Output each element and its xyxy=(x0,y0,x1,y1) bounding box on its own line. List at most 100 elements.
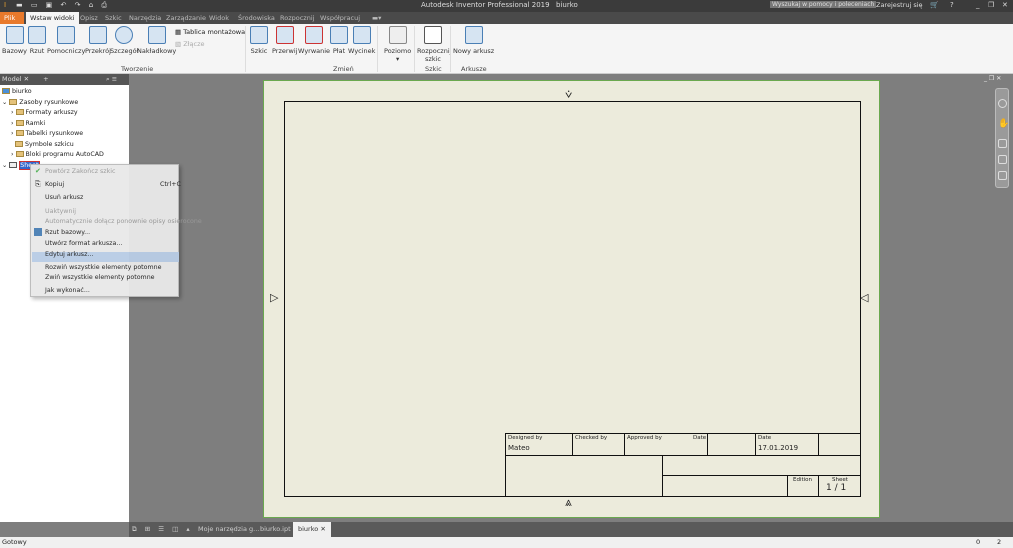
section-view-icon xyxy=(88,26,107,44)
group-arkusze: Arkusze xyxy=(461,65,487,73)
pomocniczy-button[interactable]: Pomocniczy xyxy=(47,26,85,55)
status-count-2: 2 xyxy=(997,538,1002,546)
tree-root[interactable]: biurko xyxy=(2,88,32,95)
tree-item[interactable]: › Bloki programu AutoCAD xyxy=(11,151,104,158)
close-tab-icon[interactable]: ✕ xyxy=(320,525,325,533)
date-label: Date xyxy=(758,435,772,441)
zoom-window-icon[interactable] xyxy=(998,171,1007,180)
help-search-input[interactable]: Wyszukaj w pomocy i poleceniach xyxy=(770,1,877,8)
tab-wspolpracuj[interactable]: Współpracuj xyxy=(316,12,364,24)
model-browser: Model ✕ + ⌕ ≡ biurko ⌄ Zasoby rysunkowe ›… xyxy=(0,74,129,522)
tab-widok[interactable]: Widok xyxy=(205,12,233,24)
slice-icon xyxy=(330,26,348,44)
label: Formaty arkuszy xyxy=(25,109,78,116)
nakladkowy-button[interactable]: Nakładkowy xyxy=(137,26,176,55)
doc-tab-my-tools[interactable]: Moje narzędzia g... xyxy=(198,525,259,533)
checked-by-label: Checked by xyxy=(575,435,608,441)
label: Wyrwanie xyxy=(298,47,331,55)
close-icon[interactable]: ✕ xyxy=(1002,1,1008,9)
tree-item[interactable]: ⌄ Zasoby rysunkowe xyxy=(2,99,78,106)
zlacze-button[interactable]: ▧ Złącze xyxy=(175,40,205,48)
ribbon-tabs: Plik Wstaw widoki Opisz Szkic Narzędzia … xyxy=(0,12,1013,24)
tree-item[interactable]: › Ramki xyxy=(11,120,45,127)
szczegol-button[interactable]: Szczegół xyxy=(110,26,138,55)
breakout-icon xyxy=(305,26,324,44)
search-icon[interactable]: ⌕ ≡ xyxy=(106,74,117,85)
label: Szczegół xyxy=(110,47,139,55)
quick-access-toolbar[interactable]: ▬ ▭ ▣ ↶ ↷ ⌂ ⎙ xyxy=(16,1,110,10)
tab-plik[interactable]: Plik xyxy=(0,12,24,24)
doc-tab-biurko[interactable]: biurko ✕ xyxy=(293,522,331,537)
tab-szkic[interactable]: Szkic xyxy=(101,12,126,24)
przerwij-button[interactable]: Przerwij xyxy=(272,26,298,55)
menu-item-base-view[interactable]: Rzut bazowy... xyxy=(45,229,90,236)
menu-item-reattach: Automatycznie dołącz ponownie opisy osie… xyxy=(45,218,202,225)
steering-wheel-icon[interactable] xyxy=(998,99,1007,108)
group-szkic: Szkic xyxy=(425,65,442,73)
menu-item-activate: Uaktywnij xyxy=(45,208,76,215)
tree-item[interactable]: Symbole szkicu xyxy=(15,141,74,148)
przekroj-button[interactable]: Przekrój xyxy=(85,26,111,55)
doc-tab-biurko-ipt[interactable]: biurko.ipt xyxy=(260,525,291,533)
add-tab-icon[interactable]: + xyxy=(43,75,48,83)
navigation-bar: ✋ xyxy=(995,88,1009,188)
date-value: 17.01.2019 xyxy=(758,444,799,452)
center-mark-right-icon: ◁ xyxy=(860,291,869,304)
menu-item-expand-all[interactable]: Rozwiń wszystkie elementy potomne xyxy=(45,264,162,271)
view-window-controls[interactable]: _ ❐ ✕ xyxy=(984,75,1001,82)
panel-toggle-icon[interactable]: ▬▾ xyxy=(368,12,385,24)
label: Wycinek xyxy=(348,47,376,55)
nowy-arkusz-button[interactable]: Nowy arkusz xyxy=(453,26,494,55)
tab-zarzadzanie[interactable]: Zarządzanie xyxy=(162,12,210,24)
menu-item-copy[interactable]: Kopiuj xyxy=(45,181,64,188)
menu-item-create-format[interactable]: Utwórz format arkusza... xyxy=(45,240,122,247)
tree-item[interactable]: › Tabelki rysunkowe xyxy=(11,130,83,137)
tab-model[interactable]: Model xyxy=(2,75,22,83)
document-title: biurko xyxy=(556,1,578,9)
tab-rozpocznij[interactable]: Rozpocznij xyxy=(276,12,318,24)
crop-icon xyxy=(352,26,371,44)
rzut-button[interactable]: Rzut xyxy=(28,26,46,55)
minimize-icon[interactable]: _ xyxy=(976,1,980,9)
label: Poziomo xyxy=(384,47,412,55)
help-icon[interactable]: ? xyxy=(950,1,954,9)
tab-opisz[interactable]: Opisz xyxy=(76,12,102,24)
label: biurko xyxy=(298,525,319,533)
pan-icon[interactable]: ✋ xyxy=(998,119,1009,129)
zoom-all-icon[interactable] xyxy=(998,155,1007,164)
poziomo-button[interactable]: Poziomo ▾ xyxy=(384,26,411,63)
status-count-1: 0 xyxy=(976,538,981,546)
label: Zasoby rysunkowe xyxy=(19,99,79,106)
zoom-icon[interactable] xyxy=(998,139,1007,148)
rozpocznij-szkic-button[interactable]: Rozpocznij szkic xyxy=(417,26,451,63)
tab-wstaw-widoki[interactable]: Wstaw widoki xyxy=(26,12,79,24)
separator xyxy=(450,26,451,72)
edition-label: Edition xyxy=(793,477,813,483)
tree-item[interactable]: › Formaty arkuszy xyxy=(11,109,78,116)
window-layout-icons[interactable]: ⧉ ⊞ ☰ ◫ ▴ xyxy=(132,525,193,534)
menu-item-edit-sheet[interactable]: Edytuj arkusz... xyxy=(45,251,93,258)
group-tworzenie: Tworzenie xyxy=(121,65,154,73)
plat-button[interactable]: Płat xyxy=(330,26,348,55)
restore-icon[interactable]: ❐ xyxy=(988,1,994,9)
tab-narzedzia[interactable]: Narzędzia xyxy=(125,12,165,24)
cart-icon[interactable]: 🛒 xyxy=(930,1,939,9)
label: Tablica montażowa xyxy=(183,28,246,36)
szkic-button[interactable]: Szkic xyxy=(250,26,268,55)
wycinek-button[interactable]: Wycinek xyxy=(348,26,375,55)
bazowy-button[interactable]: Bazowy xyxy=(2,26,27,55)
tablica-montazowa-button[interactable]: ▦ Tablica montażowa xyxy=(175,28,245,36)
copy-shortcut: Ctrl+C xyxy=(160,181,181,188)
menu-item-how-to[interactable]: Jak wykonać... xyxy=(45,287,90,294)
folder-icon xyxy=(15,141,23,147)
drawing-icon xyxy=(2,88,10,94)
wyrwanie-button[interactable]: Wyrwanie xyxy=(298,26,330,55)
start-sketch-icon xyxy=(424,26,442,44)
sketch-icon xyxy=(250,26,268,44)
align-horizontal-icon xyxy=(388,26,407,44)
menu-item-collapse-all[interactable]: Zwiń wszystkie elementy potomne xyxy=(45,274,155,281)
overlay-view-icon xyxy=(147,26,166,44)
tab-srodowiska[interactable]: Środowiska xyxy=(234,12,279,24)
menu-item-delete-sheet[interactable]: Usuń arkusz xyxy=(45,194,83,201)
sign-in-button[interactable]: Zarejestruj się xyxy=(876,1,923,9)
